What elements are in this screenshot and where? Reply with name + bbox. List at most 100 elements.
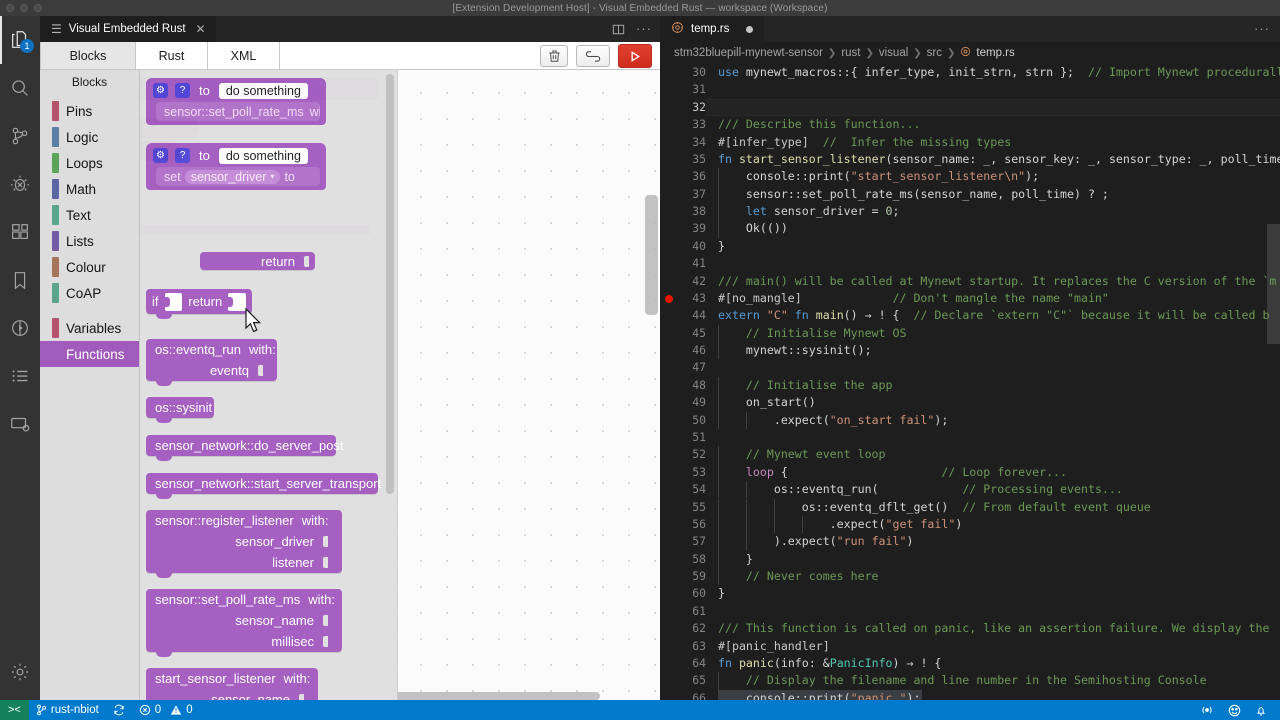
code-line[interactable]: 59 // Never comes here: [660, 568, 1280, 585]
status-branch[interactable]: rust-nbiot: [29, 700, 106, 720]
flyout-block-start-server-transport[interactable]: sensor_network::start_server_transport: [146, 473, 381, 499]
code-line[interactable]: 58 }: [660, 551, 1280, 568]
code-line[interactable]: 42 /// main() will be called at Mynewt st…: [660, 273, 1280, 290]
code-line[interactable]: 39 Ok(()): [660, 220, 1280, 237]
variable-field[interactable]: sensor_driver ▾: [184, 169, 281, 184]
palette-item-colour[interactable]: Colour: [40, 254, 139, 280]
window-close-button[interactable]: [6, 4, 14, 12]
flyout-procedure-def-block-1[interactable]: ⚙ ? to do something sensor::set_poll_rat…: [146, 78, 326, 125]
breadcrumb-item-0[interactable]: stm32bluepill-mynewt-sensor: [674, 47, 823, 59]
code-line[interactable]: 52 // Mynewt event loop: [660, 446, 1280, 463]
help-icon[interactable]: ?: [175, 83, 190, 98]
tab-xml[interactable]: XML: [208, 42, 280, 69]
code-line[interactable]: 40}: [660, 238, 1280, 255]
code-line[interactable]: 54 os::eventq_run( // Processing events.…: [660, 481, 1280, 498]
tab-temp-rs[interactable]: temp.rs: [660, 16, 766, 42]
code-line[interactable]: 50 .expect("on_start fail");: [660, 412, 1280, 429]
code-line[interactable]: 61: [660, 603, 1280, 620]
code-line[interactable]: 32: [660, 98, 1280, 117]
palette-item-logic[interactable]: Logic: [40, 124, 139, 150]
palette-item-coap[interactable]: CoAP: [40, 280, 139, 306]
palette-item-pins[interactable]: Pins: [40, 98, 139, 124]
flyout-block-os-sysinit[interactable]: os::sysinit: [146, 397, 214, 423]
activity-item-test-explorer[interactable]: [0, 304, 40, 352]
code-line[interactable]: 43 #[no_mangle] // Don't mangle the name …: [660, 290, 1280, 307]
window-minimize-button[interactable]: [20, 4, 28, 12]
palette-item-lists[interactable]: Lists: [40, 228, 139, 254]
code-line[interactable]: 33 /// Describe this function...: [660, 116, 1280, 133]
code-line[interactable]: 65 // Display the filename and line numb…: [660, 672, 1280, 689]
code-line[interactable]: 53 loop { // Loop forever...: [660, 464, 1280, 481]
tab-visual-embedded-rust[interactable]: ☰ Visual Embedded Rust ✕: [40, 16, 217, 42]
workspace-horizontal-scrollbar[interactable]: [390, 692, 600, 700]
code-line[interactable]: 36 console::print("start_sensor_listener…: [660, 168, 1280, 185]
breadcrumb-item-1[interactable]: rust: [841, 47, 860, 59]
flyout-if-return-block[interactable]: if return: [146, 289, 252, 319]
code-line[interactable]: 37 sensor::set_poll_rate_ms(sensor_name,…: [660, 186, 1280, 203]
flyout-block-os-eventq-run[interactable]: os::eventq_run with: eventq: [146, 339, 277, 386]
ellipsis-icon[interactable]: ···: [1250, 18, 1274, 40]
value-plug-icon[interactable]: [321, 556, 328, 569]
flyout-block-set-poll-rate-ms[interactable]: sensor::set_poll_rate_ms with: sensor_na…: [146, 589, 342, 657]
activity-item-source-control[interactable]: [0, 112, 40, 160]
activity-item-bookmarks[interactable]: [0, 256, 40, 304]
code-editor[interactable]: 30 use mynewt_macros::{ infer_type, init_…: [660, 64, 1280, 704]
flyout-block-register-listener[interactable]: sensor::register_listener with: sensor_d…: [146, 510, 342, 578]
flyout-block-do-server-post[interactable]: sensor_network::do_server_post: [146, 435, 344, 461]
ellipsis-icon[interactable]: ···: [632, 18, 656, 40]
breadcrumb-item-2[interactable]: visual: [879, 47, 908, 59]
window-controls[interactable]: [6, 4, 42, 12]
value-plug-icon[interactable]: [321, 614, 328, 627]
tab-blocks[interactable]: Blocks: [40, 42, 136, 69]
flyout-procedure-def-block-2[interactable]: ⚙ ? to do something set sensor_driver ▾ …: [146, 143, 326, 190]
activity-item-outline[interactable]: [0, 352, 40, 400]
activity-item-extensions[interactable]: [0, 208, 40, 256]
flyout-scrollbar[interactable]: [386, 74, 394, 494]
flyout-return-block[interactable]: return: [200, 252, 315, 270]
code-line[interactable]: 44 extern "C" fn main() → ! { // Declare …: [660, 307, 1280, 324]
split-editor-icon[interactable]: [606, 18, 630, 40]
code-line[interactable]: 63 #[panic_handler]: [660, 638, 1280, 655]
code-line[interactable]: 51: [660, 429, 1280, 446]
status-remote-indicator[interactable]: ><: [0, 700, 29, 720]
help-icon[interactable]: ?: [175, 148, 190, 163]
tab-rust[interactable]: Rust: [136, 42, 208, 69]
gear-icon[interactable]: ⚙: [153, 83, 168, 98]
code-line[interactable]: 35 fn start_sensor_listener(sensor_name: …: [660, 151, 1280, 168]
status-broadcast[interactable]: [1193, 700, 1221, 720]
code-line[interactable]: 62 /// This function is called on panic, …: [660, 620, 1280, 637]
status-sync[interactable]: [106, 700, 132, 720]
breadcrumb-item-4[interactable]: temp.rs: [960, 46, 1015, 60]
code-line[interactable]: 47: [660, 359, 1280, 376]
value-plug-icon[interactable]: [321, 535, 328, 548]
status-problems[interactable]: 0 0: [132, 700, 200, 720]
delete-all-blocks-button[interactable]: [540, 45, 568, 67]
status-notifications[interactable]: [1248, 700, 1274, 720]
close-icon[interactable]: ✕: [196, 22, 206, 36]
code-line[interactable]: 64 fn panic(info: &PanicInfo) → ! {: [660, 655, 1280, 672]
code-line[interactable]: 55 os::eventq_dflt_get() // From default…: [660, 499, 1280, 516]
code-line[interactable]: 34 #[infer_type] // Infer the missing typ…: [660, 134, 1280, 151]
window-maximize-button[interactable]: [34, 4, 42, 12]
activity-item-remote-explorer[interactable]: [0, 400, 40, 448]
code-line[interactable]: 56 .expect("get fail"): [660, 516, 1280, 533]
value-plug-icon[interactable]: [321, 635, 328, 648]
breadcrumb-item-3[interactable]: src: [927, 47, 942, 59]
code-line[interactable]: 38 let sensor_driver = 0;: [660, 203, 1280, 220]
status-feedback[interactable]: [1221, 700, 1248, 720]
activity-item-explorer[interactable]: 1: [0, 16, 40, 64]
build-and-run-button[interactable]: [618, 44, 652, 68]
code-line[interactable]: 48 // Initialise the app: [660, 377, 1280, 394]
procedure-name-field[interactable]: do something: [218, 147, 308, 164]
activity-item-search[interactable]: [0, 64, 40, 112]
workspace-vertical-scrollbar[interactable]: [645, 195, 658, 315]
code-line[interactable]: 60}: [660, 585, 1280, 602]
code-line[interactable]: 45 // Initialise Mynewt OS: [660, 325, 1280, 342]
palette-item-math[interactable]: Math: [40, 176, 139, 202]
dirty-indicator[interactable]: [746, 25, 754, 33]
value-socket[interactable]: [163, 292, 183, 311]
flyout-block-start-sensor-listener[interactable]: start_sensor_listener with: sensor_name …: [146, 668, 318, 704]
code-line[interactable]: 46 mynewt::sysinit();: [660, 342, 1280, 359]
procedure-name-field[interactable]: do something: [218, 82, 308, 99]
activity-item-run-and-debug[interactable]: [0, 160, 40, 208]
